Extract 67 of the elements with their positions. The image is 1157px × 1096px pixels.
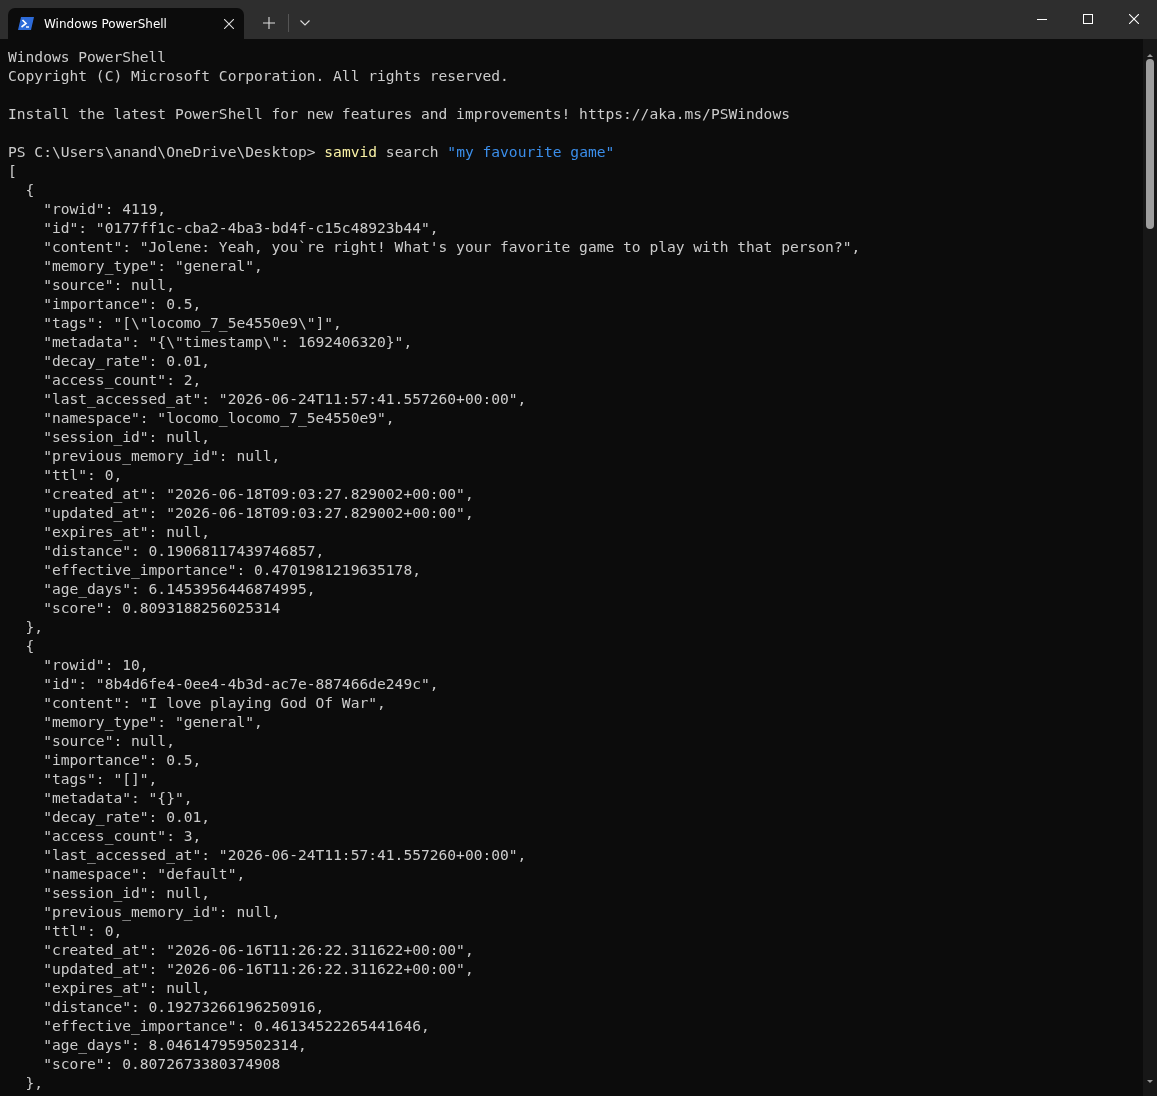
output-line: "source": null,	[42, 731, 176, 750]
tab-title: Windows PowerShell	[44, 16, 168, 31]
terminal-tab[interactable]: Windows PowerShell	[8, 8, 244, 39]
chevron-down-icon	[300, 20, 310, 26]
output-line: "access_count": 2,	[42, 370, 203, 389]
output-line: "distance": 0.19068117439746857,	[42, 541, 326, 560]
output-line: "metadata": "{}",	[42, 788, 194, 807]
output-line: "previous_memory_id": null,	[42, 902, 282, 921]
command-argument: search	[385, 143, 439, 160]
output-line: "session_id": null,	[42, 883, 212, 902]
output-line: "namespace": "locomo_locomo_7_5e4550e9",	[42, 408, 396, 427]
output-line: "importance": 0.5,	[42, 294, 203, 313]
output-line: "score": 0.8072673380374908	[42, 1054, 282, 1073]
command-string: "my favourite game"	[447, 143, 615, 160]
output-line: "memory_type": "general",	[42, 712, 264, 731]
output-line: [	[8, 161, 18, 180]
output-line: "distance": 0.19273266196250916,	[42, 997, 326, 1016]
output-line: "created_at": "2026-06-18T09:03:27.829002+00:00",	[42, 484, 475, 503]
output-line: "expires_at": null,	[42, 522, 212, 541]
notice-line: Install the latest PowerShell for new features and improvements! https://aka.ms/PSWindows	[8, 104, 791, 123]
command-name: samvid	[324, 143, 378, 160]
output-line: "id": "8b4d6fe4-0ee4-4b3d-ac7e-887466de249c",	[42, 674, 440, 693]
output-line: "score": 0.8093188256025314	[42, 598, 282, 617]
close-icon	[224, 18, 234, 29]
minimize-icon	[1037, 18, 1047, 20]
maximize-icon	[1083, 14, 1093, 24]
output-line: },	[24, 617, 45, 636]
output-line: "rowid": 4119,	[42, 199, 168, 218]
output-line: "ttl": 0,	[42, 465, 124, 484]
output-line: "tags": "[\"locomo_7_5e4550e9\"]",	[42, 313, 343, 332]
output-line: "memory_type": "general",	[42, 256, 264, 275]
output-line: "age_days": 8.046147959502314,	[42, 1035, 308, 1054]
output-line: "last_accessed_at": "2026-06-24T11:57:41.557260+00:00",	[42, 845, 528, 864]
prompt-path: PS C:\Users\anand\OneDrive\Desktop>	[8, 143, 316, 160]
banner-line: Windows PowerShell	[8, 47, 168, 66]
output-line: {	[24, 180, 36, 199]
close-tab-button[interactable]	[224, 18, 234, 29]
output-line: "updated_at": "2026-06-16T11:26:22.311622+00:00",	[42, 959, 475, 978]
output-line: {	[24, 636, 36, 655]
output-line: "updated_at": "2026-06-18T09:03:27.829002+00:00",	[42, 503, 475, 522]
plus-icon	[263, 17, 275, 29]
output-line: "effective_importance": 0.4701981219635178,	[42, 560, 422, 579]
output-line: "content": "I love playing God Of War",	[42, 693, 387, 712]
output-line: "rowid": 10,	[42, 655, 150, 674]
output-line: "decay_rate": 0.01,	[42, 807, 212, 826]
output-line: "ttl": 0,	[42, 921, 124, 940]
output-line: "created_at": "2026-06-16T11:26:22.311622+00:00",	[42, 940, 475, 959]
output-line: "content": "Jolene: Yeah, you`re right! What's your favorite game to play with that person?",	[42, 237, 862, 256]
output-line: "age_days": 6.1453956446874995,	[42, 579, 317, 598]
output-line: "session_id": null,	[42, 427, 212, 446]
close-icon	[1129, 14, 1139, 24]
output-line: "namespace": "default",	[42, 864, 247, 883]
output-line: "previous_memory_id": null,	[42, 446, 282, 465]
output-line: "decay_rate": 0.01,	[42, 351, 212, 370]
scrollbar-drawing[interactable]	[1143, 39, 1157, 1096]
output-line: "effective_importance": 0.46134522265441646,	[42, 1016, 431, 1035]
output-line: },	[24, 1073, 45, 1092]
output-line: "expires_at": null,	[42, 978, 212, 997]
output-line: "importance": 0.5,	[42, 750, 203, 769]
banner-line: Copyright (C) Microsoft Corporation. All rights reserved.	[8, 66, 510, 85]
output-line: "last_accessed_at": "2026-06-24T11:57:41.557260+00:00",	[42, 389, 528, 408]
output-line: "id": "0177ff1c-cba2-4ba3-bd4f-c15c48923b44",	[42, 218, 440, 237]
output-line: "access_count": 3,	[42, 826, 203, 845]
output-line: "source": null,	[42, 275, 176, 294]
powershell-icon	[18, 17, 34, 30]
output-line: "metadata": "{\"timestamp\": 1692406320}",	[42, 332, 414, 351]
output-line: "tags": "[]",	[42, 769, 159, 788]
